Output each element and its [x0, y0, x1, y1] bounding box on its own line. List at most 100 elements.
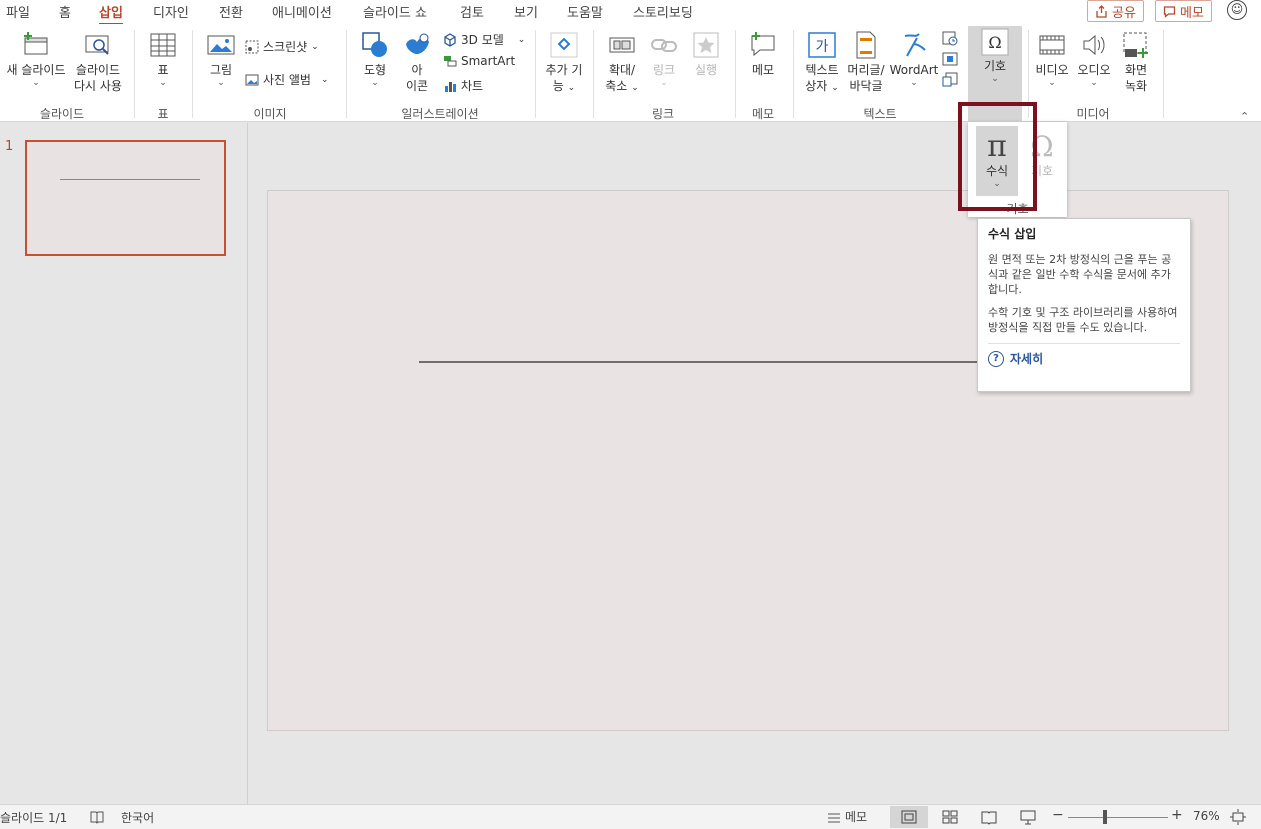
- audio-button[interactable]: 오디오 ⌄: [1074, 30, 1114, 88]
- textbox-label-1: 텍스트: [805, 63, 839, 77]
- photo-album-icon: [245, 74, 259, 85]
- zoom-out-icon[interactable]: −: [1052, 807, 1064, 823]
- new-comment-button[interactable]: 메모: [745, 30, 781, 78]
- tab-storyboarding[interactable]: 스토리보딩: [633, 2, 693, 21]
- icons-label-2: 이콘: [405, 79, 429, 93]
- icons-icon: [406, 33, 429, 54]
- group-label-media: 미디어: [1076, 107, 1110, 121]
- screen-recording-label-2: 녹화: [1124, 79, 1148, 93]
- new-slide-label: 새 슬라이드: [6, 63, 66, 77]
- svg-text:Ω: Ω: [988, 33, 1001, 52]
- video-button[interactable]: 비디오 ⌄: [1032, 30, 1072, 88]
- thumbnail-number: 1: [5, 139, 14, 154]
- group-label-table: 표: [157, 107, 169, 121]
- addins-label-1: 추가 기: [545, 63, 583, 77]
- object-icon[interactable]: [942, 72, 958, 88]
- share-icon: [1096, 4, 1107, 18]
- chart-button[interactable]: 차트: [443, 77, 483, 94]
- normal-view-icon[interactable]: [900, 808, 918, 826]
- tab-view[interactable]: 보기: [514, 2, 538, 21]
- header-footer-button[interactable]: 머리글/ 바닥글: [844, 30, 888, 94]
- shapes-icon: [362, 32, 387, 57]
- tab-animations[interactable]: 애니메이션: [272, 2, 332, 21]
- icons-label-1: 아: [411, 63, 423, 77]
- tab-insert[interactable]: 삽입: [99, 2, 123, 26]
- smartart-label: SmartArt: [461, 54, 516, 68]
- tab-home[interactable]: 홈: [59, 2, 71, 21]
- screenshot-button[interactable]: 스크린샷 ⌄: [245, 38, 319, 55]
- textbox-icon: 가: [808, 32, 836, 58]
- slide-thumbnail[interactable]: [25, 140, 226, 256]
- equation-tooltip: 수식 삽입 원 면적 또는 2차 방정식의 근을 푸는 공식과 같은 일반 수학…: [977, 218, 1191, 392]
- fit-to-window-icon[interactable]: [1229, 808, 1247, 826]
- slide-line-shape[interactable]: [419, 361, 979, 363]
- spelling-book-icon[interactable]: [89, 808, 105, 826]
- header-footer-label-1: 머리글/: [847, 63, 885, 77]
- text-small-buttons: [942, 30, 958, 98]
- new-slide-icon: [24, 32, 48, 55]
- link-button[interactable]: 링크 ⌄: [646, 30, 682, 88]
- screenshot-label: 스크린샷: [263, 40, 308, 54]
- tab-transitions[interactable]: 전환: [219, 2, 243, 21]
- shapes-button[interactable]: 도형 ⌄: [357, 30, 393, 88]
- notes-toggle[interactable]: 메모: [826, 808, 867, 825]
- tab-file[interactable]: 파일: [6, 2, 30, 21]
- photo-album-button[interactable]: 사진 앨범 ⌄: [245, 71, 329, 88]
- zoom-level[interactable]: 76%: [1193, 809, 1220, 823]
- zoom-slide-icon: [609, 37, 635, 53]
- audio-label: 오디오: [1077, 63, 1111, 77]
- smartart-button[interactable]: SmartArt: [443, 54, 515, 68]
- zoom-slider-handle[interactable]: [1103, 810, 1107, 824]
- action-label: 실행: [694, 63, 718, 77]
- smartart-icon: [444, 56, 457, 67]
- action-button[interactable]: 실행: [688, 30, 724, 78]
- wordart-label: WordArt: [889, 63, 939, 77]
- icons-button[interactable]: 아 이콘: [399, 30, 435, 94]
- textbox-button[interactable]: 가 텍스트 상자 ⌄: [800, 30, 844, 96]
- shapes-label: 도형: [363, 63, 387, 77]
- tab-review[interactable]: 검토: [460, 2, 484, 21]
- help-icon: ?: [988, 350, 1004, 367]
- symbols-button[interactable]: Ω 기호 ⌄: [975, 28, 1015, 84]
- tab-help[interactable]: 도움말: [567, 2, 603, 21]
- comments-button[interactable]: 메모: [1155, 0, 1212, 22]
- reuse-slides-label-1: 슬라이드: [75, 63, 121, 77]
- feedback-smiley-icon[interactable]: ☺: [1227, 0, 1247, 20]
- group-label-text: 텍스트: [863, 107, 897, 121]
- addins-button[interactable]: 추가 기 능 ⌄: [540, 30, 588, 96]
- cube-icon: [444, 32, 456, 47]
- table-button[interactable]: 표 ⌄: [145, 30, 181, 88]
- chart-icon: [445, 81, 456, 92]
- comment-icon: [1163, 5, 1176, 18]
- link-label: 링크: [652, 63, 676, 77]
- picture-icon: [207, 35, 235, 55]
- slideshow-view-icon[interactable]: [1019, 808, 1037, 826]
- new-comment-label: 메모: [751, 63, 775, 77]
- 3d-models-button[interactable]: 3D 모델 ⌄: [443, 31, 525, 48]
- wordart-button[interactable]: WordArt ⌄: [889, 30, 939, 88]
- new-slide-button[interactable]: 새 슬라이드 ⌄: [2, 30, 70, 88]
- collapse-ribbon-icon[interactable]: ⌃: [1240, 110, 1249, 123]
- reuse-slides-button[interactable]: 슬라이드 다시 사용: [70, 30, 126, 94]
- header-footer-label-2: 바닥글: [849, 79, 883, 93]
- screen-recording-button[interactable]: 화면 녹화: [1116, 30, 1156, 94]
- speaker-icon: [1083, 34, 1105, 56]
- group-label-links: 링크: [651, 107, 675, 121]
- zoom-slider-track[interactable]: [1068, 817, 1168, 818]
- zoom-in-icon[interactable]: +: [1171, 807, 1183, 823]
- zoom-insert-button[interactable]: 확대/ 축소 ⌄: [600, 30, 644, 96]
- picture-button[interactable]: 그림 ⌄: [203, 30, 239, 88]
- tell-me-more-link[interactable]: ? 자세히: [988, 350, 1180, 367]
- comments-label: 메모: [1180, 5, 1204, 21]
- photo-album-label: 사진 앨범: [263, 73, 311, 87]
- reading-view-icon[interactable]: [980, 808, 998, 826]
- tab-design[interactable]: 디자인: [153, 2, 189, 21]
- share-button[interactable]: 공유: [1087, 0, 1144, 22]
- date-time-icon[interactable]: [942, 30, 958, 46]
- thumbnail-line: [60, 179, 200, 180]
- header-footer-icon: [856, 31, 876, 59]
- tab-slideshow[interactable]: 슬라이드 쇼: [363, 2, 427, 21]
- slide-sorter-icon[interactable]: [941, 808, 959, 826]
- slide-number-icon[interactable]: [942, 51, 958, 67]
- language-indicator[interactable]: 한국어: [121, 809, 154, 826]
